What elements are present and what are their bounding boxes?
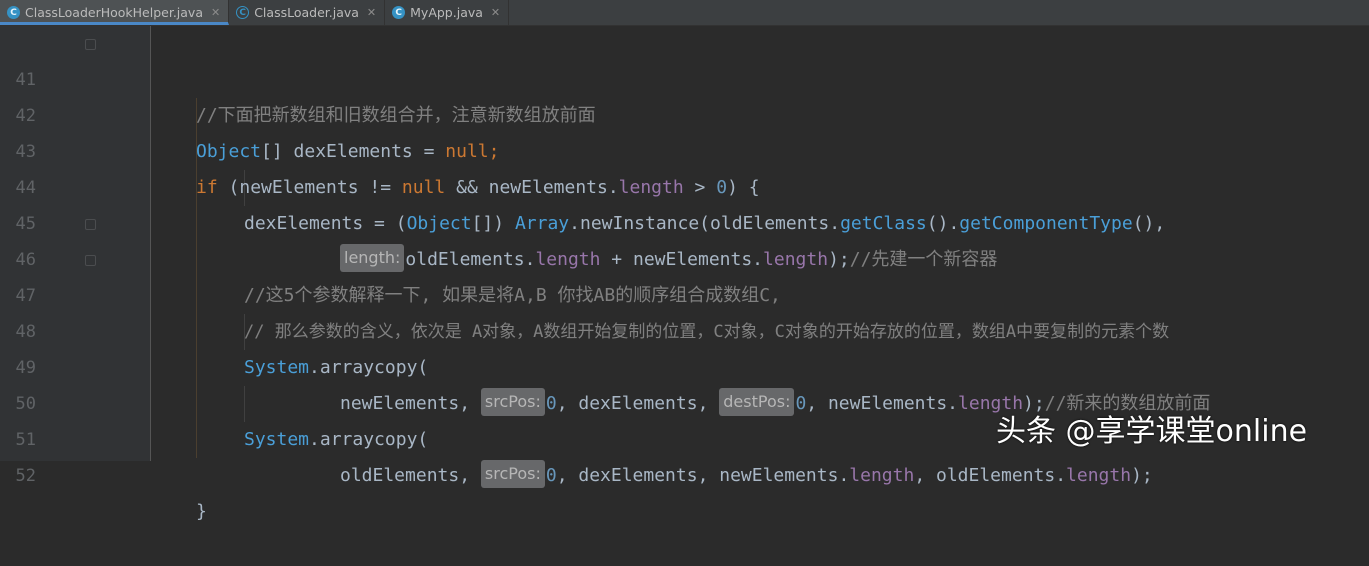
java-class-icon: C — [392, 6, 406, 19]
tab-label: ClassLoaderHookHelper.java — [25, 5, 203, 20]
code-token: , oldElements. — [914, 465, 1067, 486]
java-class-icon: C — [236, 6, 250, 19]
code-line[interactable]: 42 Object[] dexElements = null; — [0, 62, 1369, 162]
code-line[interactable]: 50 System.arraycopy( — [0, 350, 1369, 450]
tab-classloader[interactable]: C ClassLoader.java ✕ — [229, 0, 386, 25]
code-token: , dexElements, newElements. — [556, 465, 850, 486]
code-line[interactable]: 47 // 那么参数的含义，依次是 A对象，A数组开始复制的位置，C对象，C对象… — [0, 242, 1369, 342]
close-icon[interactable]: ✕ — [491, 6, 500, 19]
watermark: 头条 @享学课堂online — [996, 414, 1308, 449]
code-token: } — [196, 501, 207, 522]
code-token: ); — [1131, 465, 1153, 486]
parameter-hint: srcPos: — [480, 460, 545, 488]
code-line[interactable]: 46 //这5个参数解释一下, 如果是将A,B 你找AB的顺序组合成数组C, — [0, 206, 1369, 306]
tab-label: ClassLoader.java — [254, 5, 359, 20]
tab-label: MyApp.java — [410, 5, 483, 20]
code-token: 0 — [545, 465, 557, 486]
code-line[interactable]: 49 newElements, srcPos: 0, dexElements, d… — [0, 314, 1369, 416]
code-token: oldElements, — [340, 465, 481, 486]
line-number: 52 — [15, 466, 36, 486]
code-editor[interactable]: 41 //下面把新数组和旧数组合并，注意新数组放前面 42 Object[] d… — [0, 26, 1369, 522]
editor-tab-bar: C ClassLoaderHookHelper.java ✕ C ClassLo… — [0, 0, 1369, 26]
code-line[interactable]: 45 length: oldElements.length + newElemen… — [0, 170, 1369, 272]
code-line[interactable]: 41 //下面把新数组和旧数组合并，注意新数组放前面 — [0, 26, 1369, 126]
close-icon[interactable]: ✕ — [211, 6, 220, 19]
code-line[interactable]: 48 System.arraycopy( — [0, 278, 1369, 378]
code-token: length — [1066, 465, 1132, 486]
tab-classloaderhookhelper[interactable]: C ClassLoaderHookHelper.java ✕ — [0, 0, 230, 25]
tab-myapp[interactable]: C MyApp.java ✕ — [385, 0, 510, 25]
close-icon[interactable]: ✕ — [367, 6, 376, 19]
java-class-icon: C — [7, 6, 20, 19]
code-token: length — [849, 465, 915, 486]
code-line[interactable]: 44 dexElements = (Object[]) Array.newIns… — [0, 134, 1369, 234]
code-line[interactable]: 43 if (newElements != null && newElement… — [0, 98, 1369, 198]
